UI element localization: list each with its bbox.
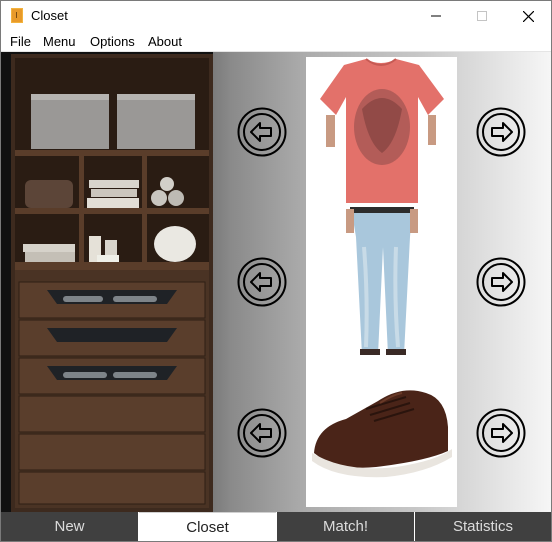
top-prev-button[interactable] (237, 107, 287, 157)
bottom-item-image (306, 207, 457, 357)
close-button[interactable] (505, 1, 551, 31)
maximize-icon (477, 11, 487, 21)
menu-bar: File Menu Options About (1, 31, 551, 52)
shoes-prev-button[interactable] (237, 408, 287, 458)
menu-about[interactable]: About (148, 34, 182, 49)
shoes-item-image (306, 357, 457, 507)
arrow-left-icon (237, 408, 287, 458)
arrow-right-icon (476, 408, 526, 458)
top-item-image (306, 57, 457, 207)
arrow-right-icon (476, 107, 526, 157)
maximize-button[interactable] (459, 1, 505, 31)
bottom-prev-button[interactable] (237, 257, 287, 307)
bottom-tab-bar: New Closet Match! Statistics (1, 512, 551, 541)
wardrobe-image (1, 52, 213, 512)
menu-options[interactable]: Options (90, 34, 135, 49)
tab-closet[interactable]: Closet (139, 512, 276, 541)
arrow-right-icon (476, 257, 526, 307)
arrow-left-icon (237, 107, 287, 157)
tab-match[interactable]: Match! (277, 512, 414, 541)
shoes-next-button[interactable] (476, 408, 526, 458)
window-title: Closet (31, 8, 68, 23)
closet-content (1, 52, 551, 512)
outfit-panel (306, 57, 457, 507)
close-icon (522, 10, 534, 22)
top-next-button[interactable] (476, 107, 526, 157)
minimize-button[interactable] (413, 1, 459, 31)
closet-app-icon (11, 8, 23, 23)
title-bar: Closet (1, 1, 551, 31)
menu-menu[interactable]: Menu (43, 34, 76, 49)
tab-new[interactable]: New (1, 512, 138, 541)
minimize-icon (431, 15, 441, 17)
menu-file[interactable]: File (10, 34, 31, 49)
app-window: Closet File Menu Options About New Close… (0, 0, 552, 542)
tab-statistics[interactable]: Statistics (415, 512, 551, 541)
bottom-next-button[interactable] (476, 257, 526, 307)
arrow-left-icon (237, 257, 287, 307)
